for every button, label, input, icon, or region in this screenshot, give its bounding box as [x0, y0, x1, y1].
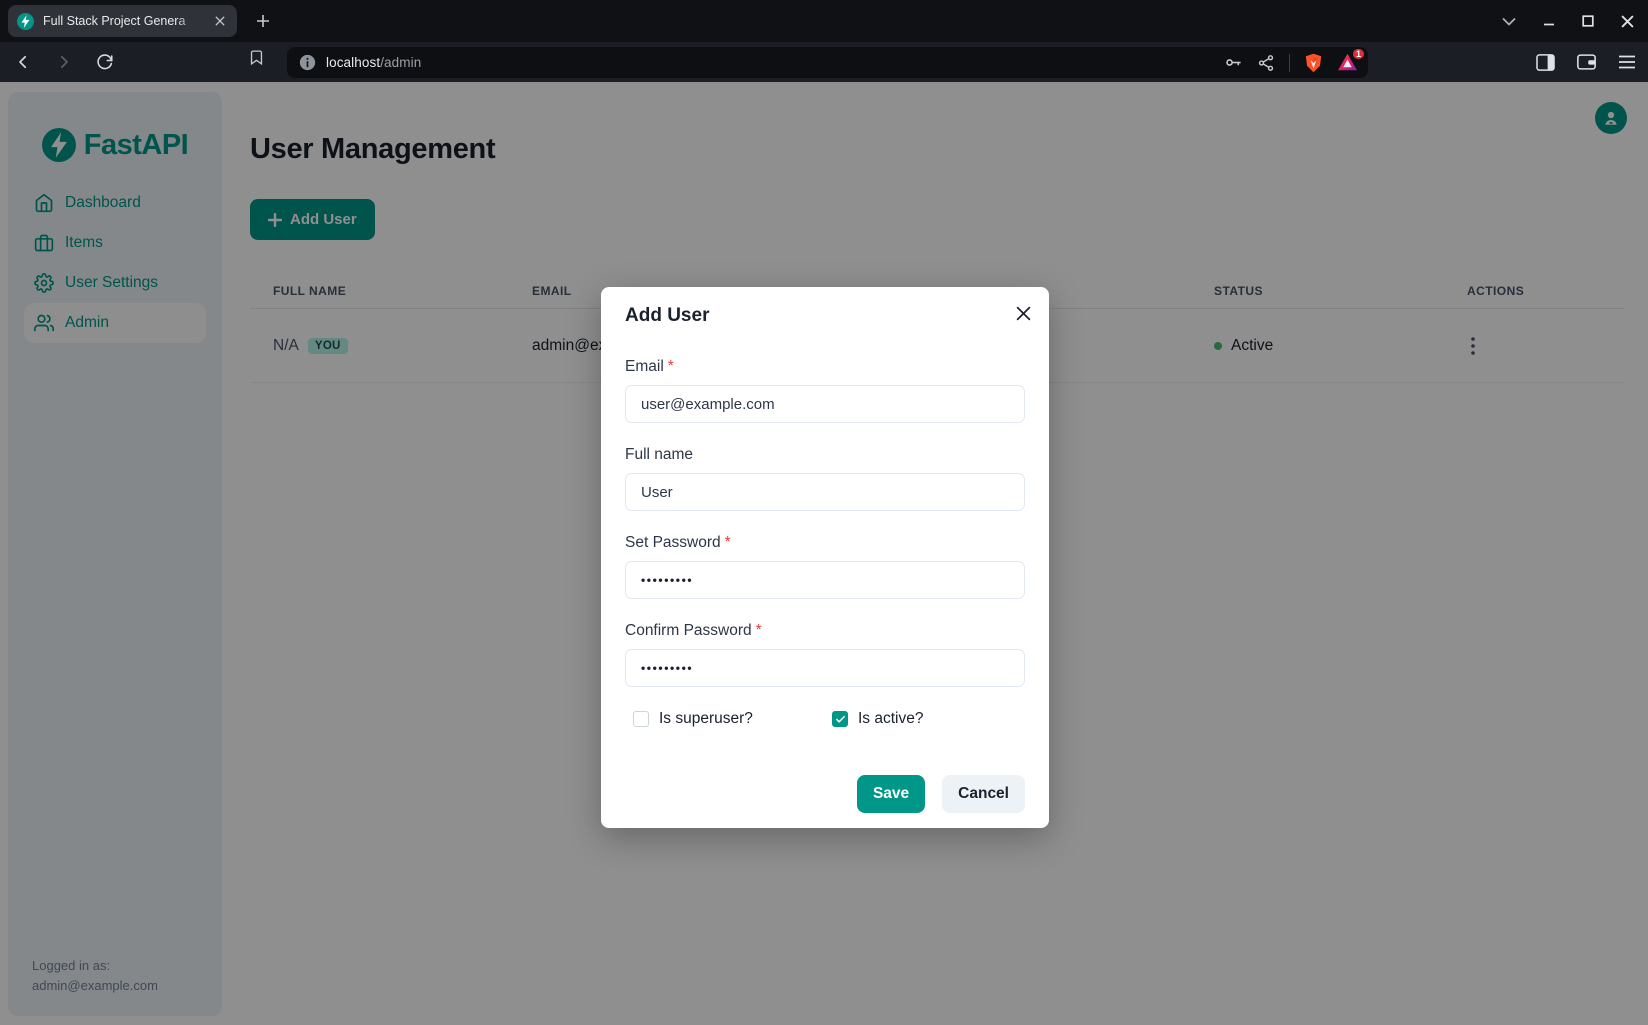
site-info-button[interactable]	[299, 54, 316, 71]
reload-icon	[96, 53, 114, 71]
tab-close-button[interactable]	[211, 12, 229, 30]
save-button[interactable]: Save	[857, 775, 925, 813]
share-button[interactable]	[1257, 54, 1275, 72]
bookmarks-button[interactable]	[248, 49, 265, 66]
close-icon	[1621, 15, 1634, 28]
browser-tab[interactable]: Full Stack Project Genera	[8, 5, 237, 37]
is-superuser-label: Is superuser?	[659, 710, 753, 728]
rewards-count-badge: 1	[1351, 47, 1366, 61]
required-asterisk: *	[725, 534, 731, 551]
maximize-button[interactable]	[1582, 15, 1594, 27]
set-password-field-group: Set Password*	[625, 533, 1025, 599]
close-icon	[1016, 306, 1031, 321]
full-name-field[interactable]	[625, 473, 1025, 511]
fastapi-favicon-icon	[17, 13, 34, 30]
maximize-icon	[1582, 15, 1594, 27]
confirm-password-field-group: Confirm Password*	[625, 621, 1025, 687]
shield-icon	[1304, 53, 1323, 73]
close-icon	[215, 16, 225, 26]
tab-title: Full Stack Project Genera	[43, 14, 202, 28]
required-asterisk: *	[668, 358, 674, 375]
modal-title: Add User	[625, 305, 1025, 327]
brave-shields-button[interactable]	[1304, 53, 1323, 73]
plus-icon	[256, 14, 270, 28]
tab-search-button[interactable]	[1502, 17, 1516, 26]
forward-button[interactable]	[49, 47, 79, 77]
wallet-button[interactable]	[1577, 54, 1596, 70]
browser-tab-strip: Full Stack Project Genera	[0, 0, 1648, 42]
is-active-label: Is active?	[858, 710, 923, 728]
share-icon	[1257, 54, 1275, 72]
set-password-field[interactable]	[625, 561, 1025, 599]
is-superuser-checkbox[interactable]: Is superuser?	[633, 710, 832, 728]
minimize-icon	[1543, 15, 1555, 27]
checkbox-unchecked-icon	[633, 711, 649, 727]
bookmark-icon	[248, 49, 265, 66]
arrow-right-icon	[55, 53, 73, 71]
browser-toolbar: localhost/admin	[0, 42, 1648, 82]
info-icon	[299, 54, 316, 71]
full-name-label: Full name	[625, 445, 1025, 465]
checkbox-row: Is superuser? Is active?	[633, 709, 1025, 729]
modal-close-button[interactable]	[1007, 297, 1039, 329]
required-asterisk: *	[756, 622, 762, 639]
wallet-icon	[1577, 54, 1596, 70]
close-window-button[interactable]	[1621, 15, 1634, 28]
checkbox-checked-icon	[832, 711, 848, 727]
arrow-left-icon	[14, 53, 32, 71]
key-icon	[1224, 53, 1243, 72]
is-active-checkbox[interactable]: Is active?	[832, 710, 923, 728]
modal-footer: Save Cancel	[625, 775, 1025, 813]
email-label: Email*	[625, 357, 1025, 377]
hamburger-icon	[1618, 55, 1636, 69]
url-text: localhost/admin	[326, 55, 1224, 70]
chevron-down-icon	[1502, 17, 1516, 26]
back-button[interactable]	[8, 47, 38, 77]
side-panel-icon	[1536, 54, 1555, 71]
reload-button[interactable]	[90, 47, 120, 77]
url-bar[interactable]: localhost/admin	[287, 47, 1368, 78]
confirm-password-label: Confirm Password*	[625, 621, 1025, 641]
add-user-modal: Add User Email* Full name Set Password* …	[601, 287, 1049, 828]
minimize-button[interactable]	[1543, 15, 1555, 27]
confirm-password-field[interactable]	[625, 649, 1025, 687]
divider	[1289, 54, 1290, 72]
set-password-label: Set Password*	[625, 533, 1025, 553]
new-tab-button[interactable]	[251, 9, 275, 33]
password-key-button[interactable]	[1224, 53, 1243, 72]
sidebar-toggle-button[interactable]	[1536, 54, 1555, 71]
email-field-group: Email*	[625, 357, 1025, 423]
menu-button[interactable]	[1618, 55, 1636, 69]
cancel-button[interactable]: Cancel	[942, 775, 1025, 813]
email-field[interactable]	[625, 385, 1025, 423]
full-name-field-group: Full name	[625, 445, 1025, 511]
